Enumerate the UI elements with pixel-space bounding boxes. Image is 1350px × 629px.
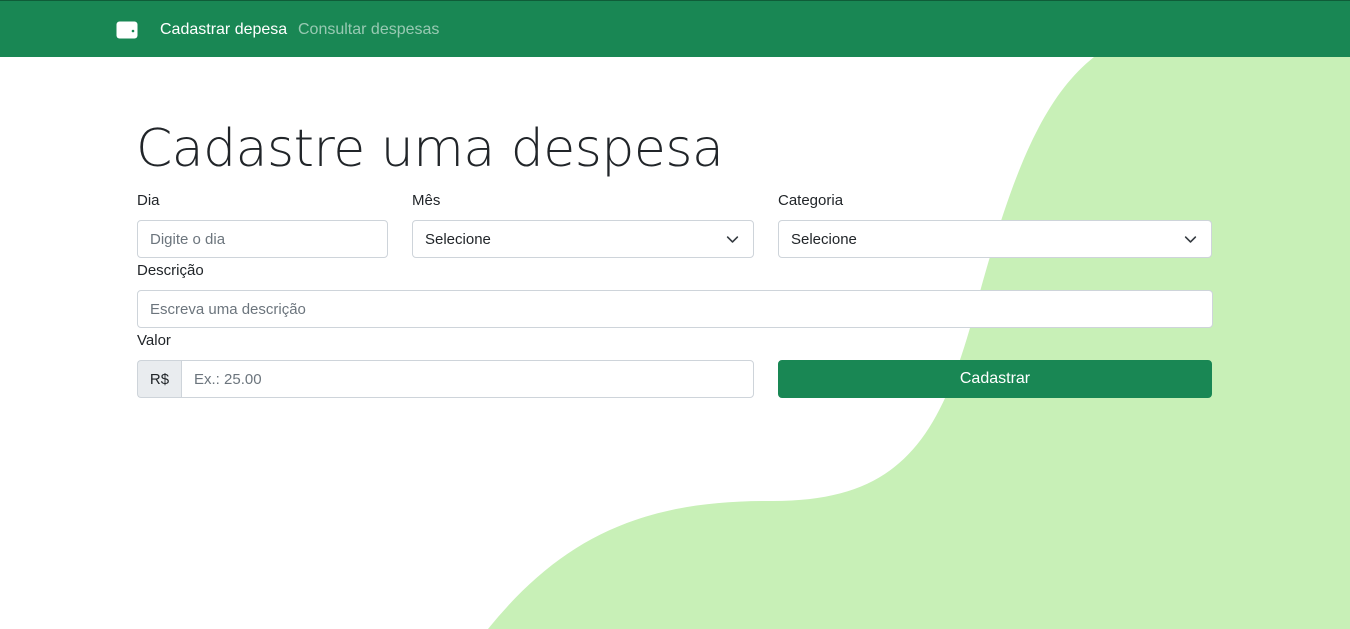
currency-prefix: R$ [137,360,181,398]
valor-label: Valor [137,332,171,349]
categoria-select-value: Selecione [791,230,857,248]
mes-label: Mês [412,192,441,209]
navbar: Cadastrar depesa Consultar despesas [0,0,1350,57]
descricao-label: Descrição [137,262,204,279]
valor-input[interactable] [181,360,754,398]
dia-label: Dia [137,192,160,209]
categoria-select[interactable]: Selecione [778,220,1212,258]
cadastrar-button[interactable]: Cadastrar [778,360,1212,398]
dia-input[interactable] [137,220,388,258]
valor-input-group: R$ [137,360,754,398]
chevron-down-icon [1184,236,1197,243]
nav-link-cadastrar[interactable]: Cadastrar depesa [160,20,287,40]
nav-link-consultar[interactable]: Consultar despesas [298,20,439,40]
descricao-input[interactable] [137,290,1213,328]
chevron-down-icon [726,236,739,243]
page-title: Cadastre uma despesa [136,119,724,179]
main-content: Cadastre uma despesa Dia Mês Categoria S… [0,0,1350,629]
wallet-icon[interactable] [116,21,138,39]
mes-select[interactable]: Selecione [412,220,754,258]
categoria-label: Categoria [778,192,844,209]
mes-select-value: Selecione [425,230,491,248]
